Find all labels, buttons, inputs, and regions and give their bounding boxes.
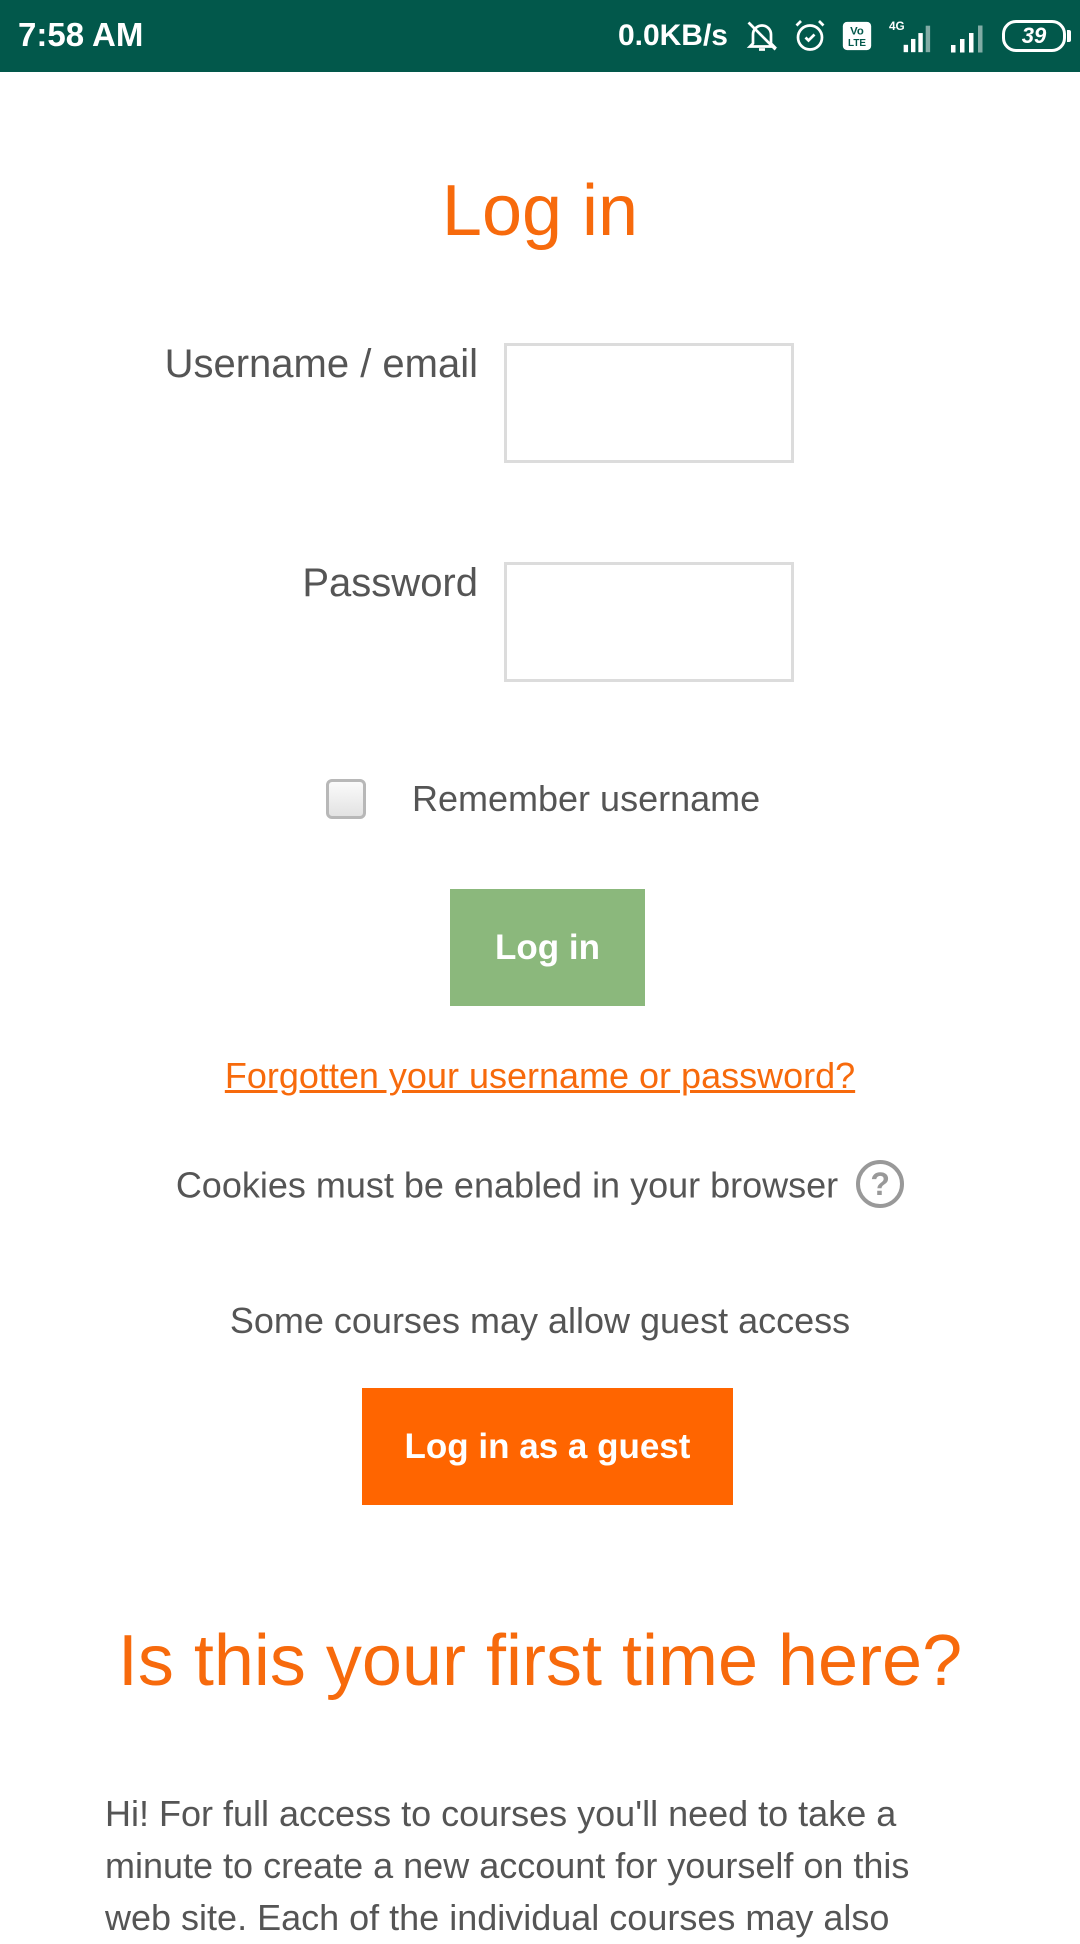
remember-username-checkbox[interactable] — [326, 779, 366, 819]
help-icon[interactable]: ? — [856, 1160, 905, 1208]
network-speed: 0.0KB/s — [617, 19, 728, 52]
cookies-notice: Cookies must be enabled in your browser … — [0, 1160, 1080, 1212]
bell-off-icon — [744, 18, 780, 54]
svg-text:4G: 4G — [889, 20, 905, 33]
signup-intro-text: Hi! For full access to courses you'll ne… — [105, 1793, 910, 1938]
signal-icon — [948, 18, 990, 54]
forgot-password-link[interactable]: Forgotten your username or password? — [0, 1055, 1080, 1097]
battery-icon: 39 — [1002, 20, 1071, 52]
cookies-notice-text: Cookies must be enabled in your browser — [175, 1164, 839, 1206]
guest-login-button[interactable]: Log in as a guest — [362, 1388, 733, 1505]
first-time-heading: Is this your first time here? — [117, 1621, 963, 1701]
signal-4g-icon: 4G — [886, 18, 936, 54]
volte-icon: Vo LTE — [840, 19, 874, 53]
guest-access-note: Some courses may allow guest access — [229, 1300, 851, 1341]
battery-level: 39 — [1021, 23, 1047, 48]
page-title: Log in — [441, 171, 639, 251]
login-button[interactable]: Log in — [450, 889, 645, 1006]
remember-username-label[interactable]: Remember username — [412, 778, 760, 820]
svg-text:Vo: Vo — [850, 26, 864, 38]
svg-text:LTE: LTE — [848, 38, 866, 49]
password-input[interactable] — [504, 562, 794, 682]
password-label: Password — [302, 561, 478, 605]
status-bar: 7:58 AM 0.0KB/s Vo LTE 4G 39 — [0, 0, 1080, 72]
username-input[interactable] — [504, 343, 794, 463]
username-label: Username / email — [164, 342, 478, 386]
remember-username-row[interactable]: Remember username — [326, 778, 760, 820]
status-time: 7:58 AM — [18, 16, 144, 53]
status-icons: 0.0KB/s Vo LTE 4G 39 — [617, 14, 1071, 58]
alarm-icon — [792, 18, 828, 54]
